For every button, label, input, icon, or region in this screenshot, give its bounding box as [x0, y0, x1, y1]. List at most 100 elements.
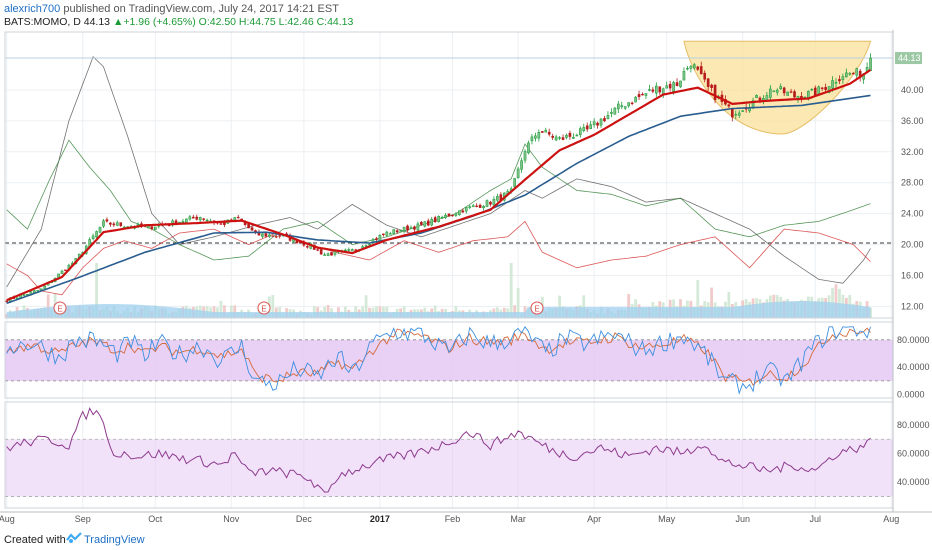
candle-body [188, 216, 192, 220]
candle-body [447, 213, 451, 217]
candle-body [741, 110, 745, 112]
chart-area[interactable]: E E E 12.00 16.00 20.00 24.00 28.00 32.00 36.00 4… [0, 30, 932, 530]
candle-body [191, 216, 195, 219]
candle-body [316, 249, 320, 251]
price-tick-label: 36.00 [901, 116, 924, 126]
created-with-text: Created with [4, 534, 66, 546]
rsi-pane[interactable] [5, 407, 893, 497]
stoch-tick-label: 40.0000 [897, 362, 930, 372]
candle-body [181, 221, 185, 223]
candle-body [153, 226, 157, 230]
candle-body [444, 214, 447, 218]
candle-body [634, 96, 637, 103]
candle-body [603, 118, 606, 122]
price-pane[interactable]: EEE [5, 40, 893, 318]
candle-body [793, 91, 796, 98]
price-axis: 12.00 16.00 20.00 24.00 28.00 32.00 36.00 40.00… [895, 52, 930, 487]
candle-body [195, 216, 199, 220]
candle-body [330, 252, 333, 256]
candle-body [869, 57, 872, 71]
candle-body [105, 219, 109, 222]
candle-body [672, 82, 675, 92]
candle-body [150, 226, 154, 229]
candle-body [851, 73, 855, 75]
candle-body [845, 72, 848, 78]
candle-body [333, 251, 337, 255]
stoch-tick-label: 0.0000 [897, 390, 925, 400]
candle-body [568, 132, 572, 137]
candle-body [696, 66, 700, 70]
time-tick-label: Oct [148, 514, 163, 524]
candle-body [468, 206, 472, 208]
candle-body [838, 79, 841, 82]
price-tick-label: 40.00 [901, 85, 924, 95]
candle-body [558, 137, 561, 139]
price-tick-label: 28.00 [901, 178, 924, 188]
tradingview-brand[interactable]: TradingView [84, 534, 145, 546]
candle-body [644, 93, 648, 96]
earnings-marker-label: E [534, 305, 539, 314]
candle-body [91, 235, 95, 240]
candle-body [648, 89, 651, 91]
last-price-tag-label: 44.13 [898, 53, 921, 63]
author-link[interactable]: alexrich700 [4, 3, 60, 15]
candle-body [264, 233, 268, 237]
candle-body [630, 102, 634, 105]
price-tick-label: 20.00 [901, 240, 924, 250]
candle-body [64, 269, 67, 271]
ohlc-values: O:42.50 H:44.75 L:42.46 C:44.13 [198, 16, 354, 28]
candle-body [464, 207, 468, 212]
candle-body [620, 105, 624, 108]
candle-body [613, 107, 617, 115]
time-tick-label: Aug [0, 514, 15, 524]
candle-body [458, 210, 461, 215]
candle-body [623, 106, 627, 109]
candle-body [102, 220, 105, 227]
candle-body [841, 76, 845, 81]
candle-body [413, 226, 416, 230]
candle-body [271, 235, 275, 237]
stoch-tick-label: 80.0000 [897, 335, 930, 345]
candle-body [606, 115, 610, 119]
candle-body [350, 249, 354, 252]
candle-body [727, 104, 731, 107]
candle-body [115, 222, 119, 226]
candle-body [703, 72, 707, 80]
price-change: +1.96 (+4.65%) [123, 16, 196, 28]
time-tick-label: Dec [296, 514, 313, 524]
candle-body [551, 135, 554, 138]
candle-body [779, 86, 783, 90]
candle-body [817, 86, 821, 95]
candle-body [654, 85, 658, 94]
candle-body [395, 230, 399, 233]
candle-body [596, 122, 599, 126]
price-tick-label: 24.00 [901, 209, 924, 219]
candle-body [250, 227, 254, 231]
candle-body [98, 226, 102, 233]
candle-body [274, 236, 278, 238]
candle-body [820, 87, 824, 89]
candle-body [544, 129, 548, 133]
candle-body [440, 216, 444, 219]
candle-body [385, 231, 389, 236]
candle-body [198, 217, 202, 221]
candle-body [699, 66, 703, 75]
rsi-tick-label: 40.0000 [897, 477, 930, 487]
candle-body [565, 135, 568, 138]
rsi-tick-label: 60.0000 [897, 449, 930, 459]
last-price: 44.13 [83, 16, 111, 28]
candle-body [278, 235, 282, 237]
candle-body [834, 82, 838, 84]
time-tick-label: May [658, 514, 676, 524]
candle-body [261, 233, 264, 237]
earnings-marker-label: E [57, 305, 62, 314]
symbol-info: BATS:MOMO, D 44.13 ▲+1.96 (+4.65%) O:42.… [4, 16, 353, 28]
stochastic-pane[interactable] [5, 325, 893, 395]
candle-body [575, 134, 579, 137]
candle-body [109, 222, 112, 225]
candle-body [420, 221, 423, 225]
candle-body [433, 217, 437, 223]
candle-body [540, 131, 544, 133]
candle-body [585, 125, 589, 130]
candle-body [592, 121, 596, 125]
